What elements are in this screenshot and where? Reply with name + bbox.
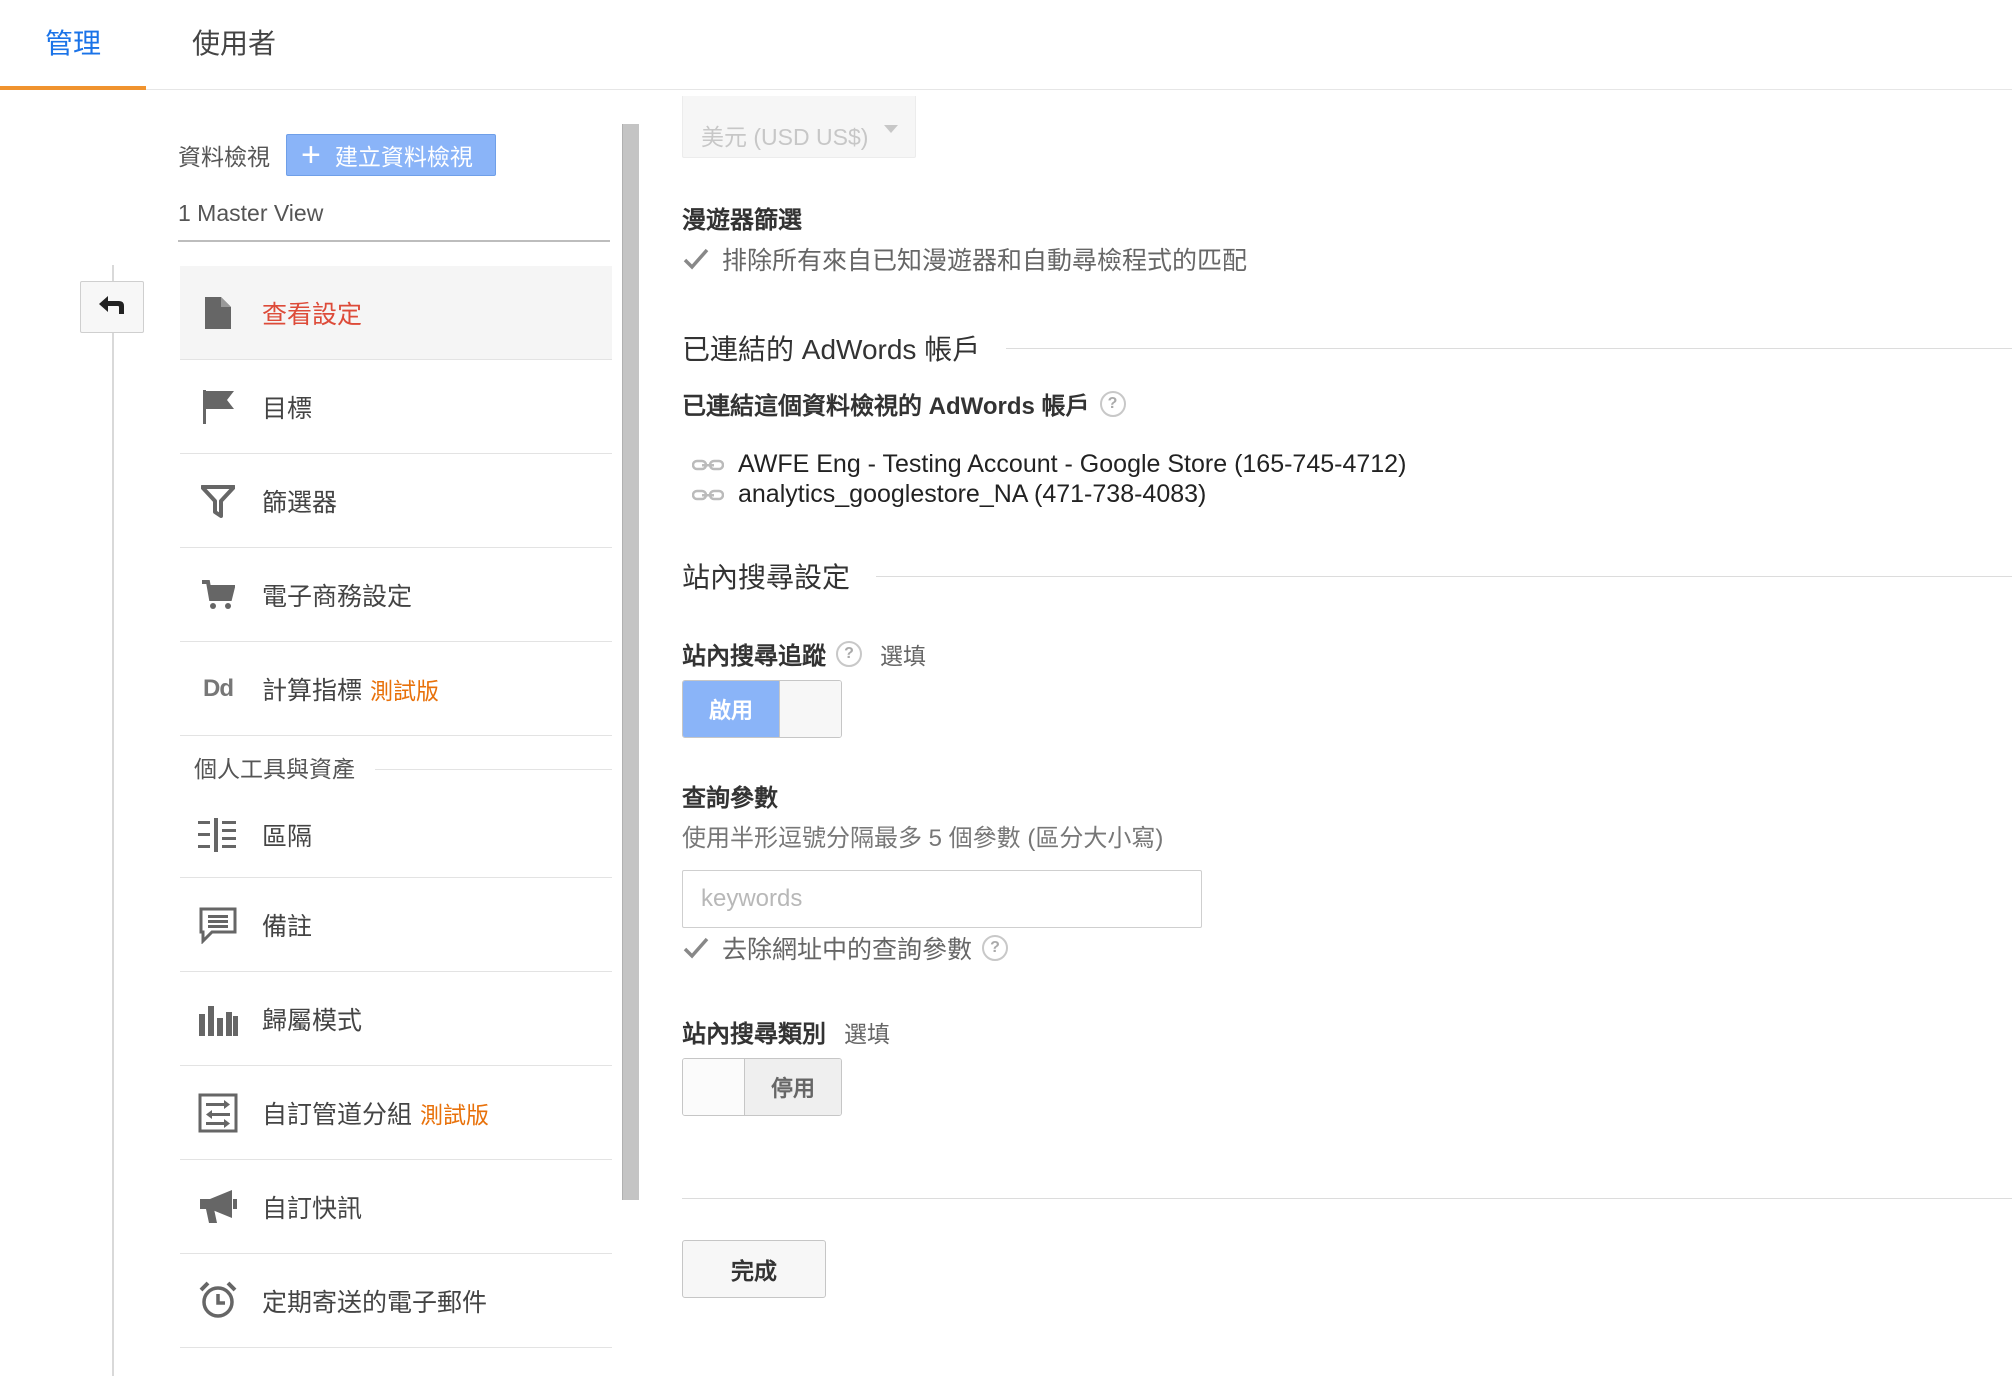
section-divider bbox=[876, 575, 2012, 577]
site-search-tracking-toggle[interactable]: 啟用 bbox=[682, 680, 842, 738]
section-divider bbox=[1006, 347, 2012, 349]
section-title: 個人工具與資產 bbox=[194, 756, 355, 782]
annotation-icon bbox=[194, 903, 242, 947]
personal-tools-list: 區隔 備註 歸屬模式 自訂管道分組 測試版 自訂快訊 定期寄送的電子郵件 bbox=[180, 792, 612, 1348]
adwords-linked-title: 已連結這個資料檢視的 AdWords 帳戶 ? bbox=[682, 386, 1126, 421]
back-button[interactable] bbox=[80, 281, 144, 333]
help-icon[interactable]: ? bbox=[836, 640, 862, 667]
nav-item-label: 電子商務設定 bbox=[262, 582, 413, 611]
strip-query-param-checkbox[interactable]: 去除網址中的查詢參數 ? bbox=[682, 930, 1009, 966]
checkmark-icon bbox=[682, 245, 710, 273]
site-search-categories-label: 站內搜尋類別 bbox=[682, 1021, 826, 1048]
adwords-section-title: 已連結的 AdWords 帳戶 bbox=[682, 334, 981, 365]
chevron-down-icon bbox=[884, 125, 899, 133]
query-param-hint: 使用半形逗號分隔最多 5 個參數 (區分大小寫) bbox=[682, 825, 1164, 852]
toggle-on-label: 啟用 bbox=[683, 681, 779, 737]
personal-tools-section-header: 個人工具與資產 bbox=[180, 736, 612, 792]
nav-item-scheduled-emails[interactable]: 定期寄送的電子郵件 bbox=[180, 1254, 612, 1348]
nav-item-annotations[interactable]: 備註 bbox=[180, 878, 612, 972]
currency-select[interactable]: 美元 (USD US$) bbox=[682, 96, 916, 158]
adwords-account-name: analytics_googlestore_NA (471-738-4083) bbox=[738, 480, 1207, 508]
cart-icon bbox=[194, 573, 242, 617]
view-nav-list: 查看設定 目標 篩選器 電子商務設定 Dd 計算指標 測試版 個人工具與資產 區… bbox=[180, 266, 612, 1348]
attribution-icon bbox=[194, 997, 242, 1041]
site-search-tracking-label: 站內搜尋追蹤 bbox=[682, 643, 826, 670]
query-param-input[interactable] bbox=[682, 870, 1202, 928]
nav-item-label: 區隔 bbox=[262, 822, 313, 851]
checkmark-icon bbox=[682, 934, 710, 962]
back-arrow-icon bbox=[97, 294, 127, 321]
toggle-knob bbox=[779, 681, 841, 737]
alarm-clock-icon bbox=[194, 1279, 242, 1323]
site-search-categories-title: 站內搜尋類別 選填 bbox=[682, 1014, 890, 1049]
view-label: 資料檢視 bbox=[178, 144, 270, 170]
nav-item-custom-channel-grouping[interactable]: 自訂管道分組 測試版 bbox=[180, 1066, 612, 1160]
beta-badge: 測試版 bbox=[370, 677, 440, 704]
help-icon[interactable]: ? bbox=[982, 935, 1009, 961]
nav-item-label: 目標 bbox=[262, 394, 313, 423]
nav-item-custom-alerts[interactable]: 自訂快訊 bbox=[180, 1160, 612, 1254]
create-view-label: 建立資料檢視 bbox=[334, 144, 473, 170]
create-view-button[interactable]: + 建立資料檢視 bbox=[286, 134, 496, 176]
nav-item-label: 篩選器 bbox=[262, 488, 338, 517]
optional-label: 選填 bbox=[844, 1020, 890, 1047]
bot-filter-title: 漫遊器篩選 bbox=[682, 207, 802, 234]
form-divider bbox=[682, 1198, 2012, 1199]
nav-item-label: 查看設定 bbox=[262, 300, 363, 329]
link-icon bbox=[692, 458, 724, 472]
flag-icon bbox=[194, 385, 242, 429]
tab-users[interactable]: 使用者 bbox=[192, 0, 276, 90]
megaphone-icon bbox=[194, 1185, 242, 1229]
site-search-section-header: 站內搜尋設定 bbox=[682, 556, 2012, 596]
done-button[interactable]: 完成 bbox=[682, 1240, 826, 1298]
nav-item-label: 自訂管道分組 bbox=[262, 1100, 413, 1129]
nav-item-label: 備註 bbox=[262, 912, 313, 941]
help-icon[interactable]: ? bbox=[1099, 390, 1126, 417]
segments-icon bbox=[194, 813, 242, 857]
currency-value: 美元 (USD US$) bbox=[701, 124, 869, 150]
top-tab-bar: 管理 使用者 bbox=[0, 0, 2012, 90]
adwords-account-row: analytics_googlestore_NA (471-738-4083) bbox=[692, 480, 1206, 509]
adwords-account-name: AWFE Eng - Testing Account - Google Stor… bbox=[738, 450, 1407, 478]
link-icon bbox=[692, 488, 724, 502]
bot-filter-checkbox[interactable]: 排除所有來自已知漫遊器和自動尋檢程式的匹配 bbox=[682, 241, 1247, 277]
adwords-linked-label: 已連結這個資料檢視的 AdWords 帳戶 bbox=[682, 393, 1090, 420]
nav-item-label: 自訂快訊 bbox=[262, 1194, 363, 1223]
navigation-rail bbox=[112, 265, 114, 1376]
nav-item-ecommerce[interactable]: 電子商務設定 bbox=[180, 548, 612, 642]
nav-item-label: 歸屬模式 bbox=[262, 1006, 363, 1035]
beta-badge: 測試版 bbox=[420, 1101, 490, 1128]
toggle-knob bbox=[683, 1059, 745, 1115]
document-icon bbox=[194, 291, 242, 335]
bot-filter-label: 排除所有來自已知漫遊器和自動尋檢程式的匹配 bbox=[722, 247, 1248, 275]
nav-item-view-settings[interactable]: 查看設定 bbox=[180, 266, 612, 360]
nav-item-segments[interactable]: 區隔 bbox=[180, 792, 612, 878]
site-search-categories-toggle[interactable]: 停用 bbox=[682, 1058, 842, 1116]
nav-item-label: 定期寄送的電子郵件 bbox=[262, 1288, 488, 1317]
toggle-off-label: 停用 bbox=[745, 1059, 841, 1115]
site-search-tracking-title: 站內搜尋追蹤 ? 選填 bbox=[682, 636, 926, 671]
nav-item-calculated-metrics[interactable]: Dd 計算指標 測試版 bbox=[180, 642, 612, 736]
optional-label: 選填 bbox=[880, 642, 926, 669]
strip-query-param-label: 去除網址中的查詢參數 bbox=[722, 936, 973, 964]
site-search-section-title: 站內搜尋設定 bbox=[682, 562, 851, 593]
nav-item-filters[interactable]: 篩選器 bbox=[180, 454, 612, 548]
nav-scrollbar[interactable] bbox=[622, 124, 639, 1200]
dd-icon: Dd bbox=[194, 667, 242, 711]
channel-grouping-icon bbox=[194, 1091, 242, 1135]
nav-item-attribution-models[interactable]: 歸屬模式 bbox=[180, 972, 612, 1066]
query-param-title: 查詢參數 bbox=[682, 785, 778, 812]
filter-icon bbox=[194, 479, 242, 523]
tab-admin[interactable]: 管理 bbox=[0, 0, 146, 90]
view-selector[interactable]: 1 Master View bbox=[178, 200, 610, 242]
plus-icon: + bbox=[301, 136, 321, 174]
adwords-account-row: AWFE Eng - Testing Account - Google Stor… bbox=[692, 450, 1406, 479]
adwords-section-header: 已連結的 AdWords 帳戶 bbox=[682, 328, 2012, 368]
dd-icon-text: Dd bbox=[203, 674, 234, 702]
nav-item-label: 計算指標 bbox=[262, 676, 363, 705]
nav-item-goals[interactable]: 目標 bbox=[180, 360, 612, 454]
section-divider bbox=[375, 769, 612, 770]
view-header: 資料檢視 + 建立資料檢視 bbox=[178, 134, 496, 176]
